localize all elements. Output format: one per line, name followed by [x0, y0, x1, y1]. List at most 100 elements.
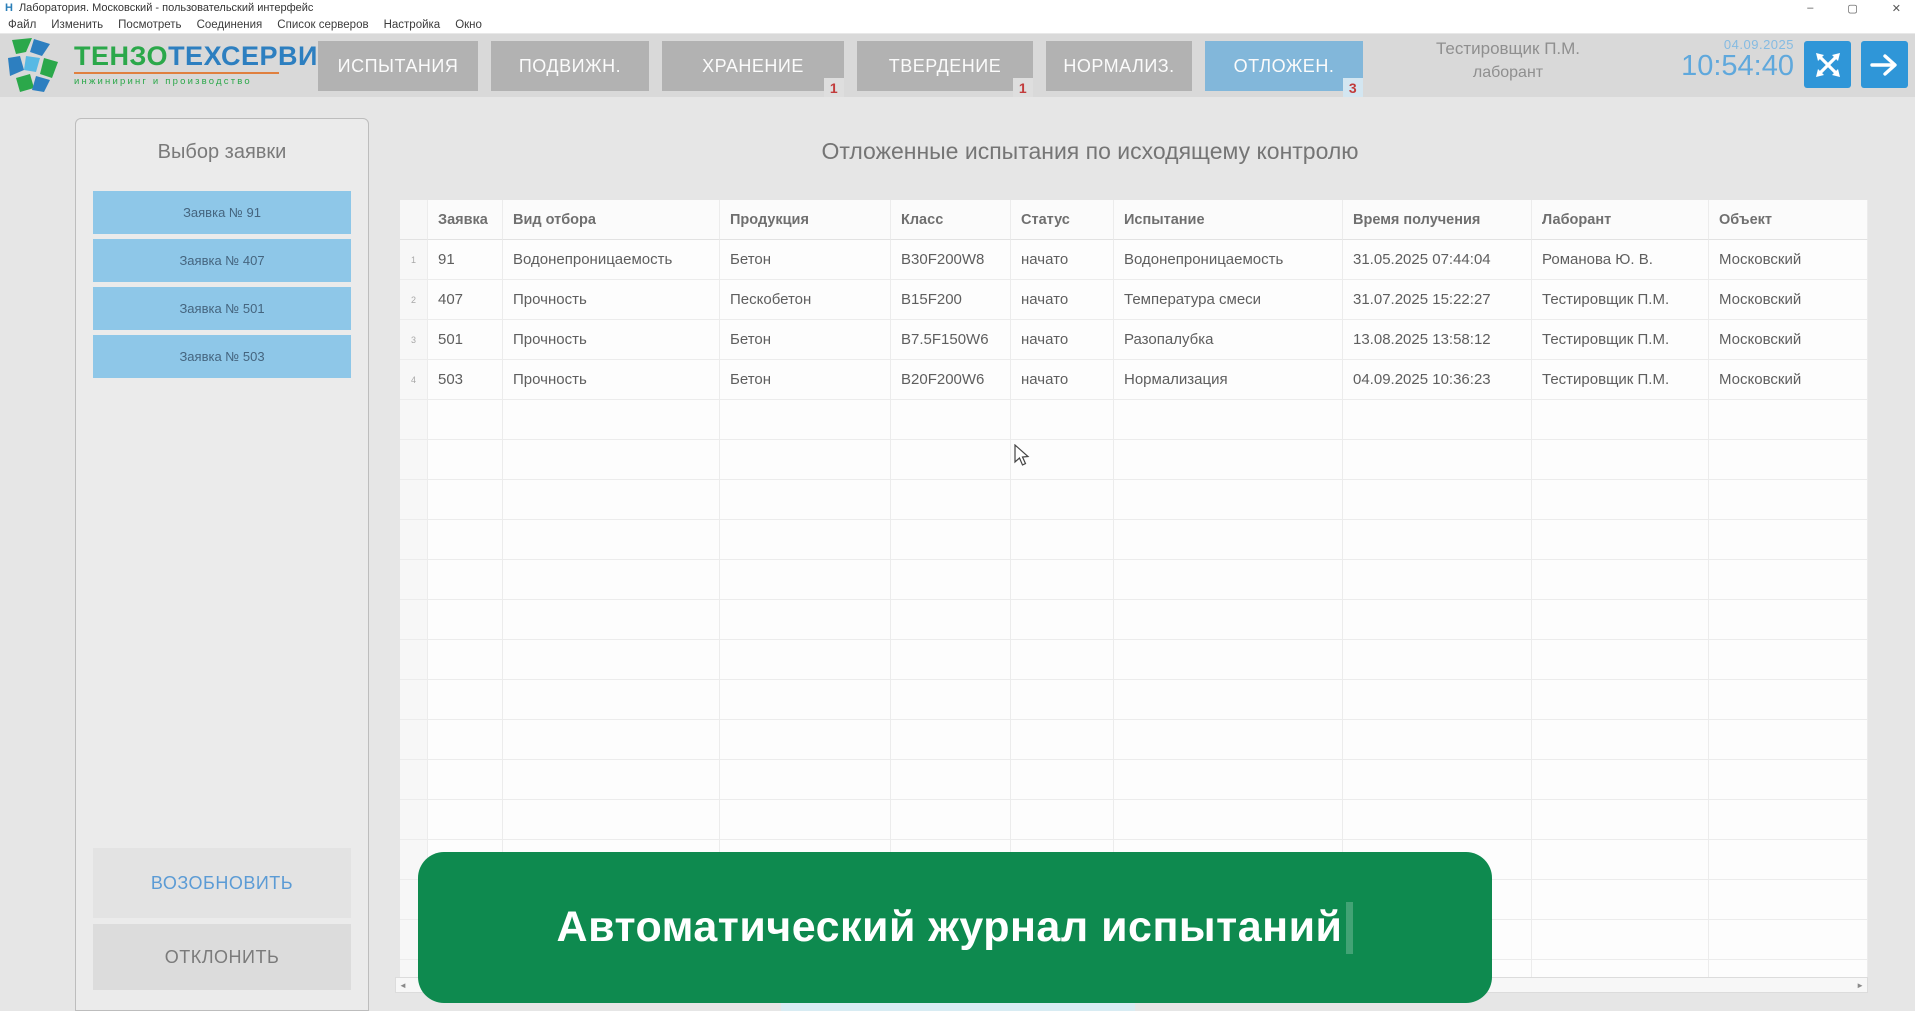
table-row[interactable]: 2 407 Прочность Пескобетон B15F200 начат… — [400, 280, 1868, 320]
table-row[interactable]: 4 503 Прочность Бетон B20F200W6 начато Н… — [400, 360, 1868, 400]
page-title: Отложенные испытания по исходящему контр… — [400, 138, 1780, 165]
minimize-icon[interactable]: – — [1807, 2, 1813, 15]
caption-text: Автоматический журнал испытаний — [557, 903, 1343, 952]
col-status[interactable]: Статус — [1011, 200, 1114, 240]
menu-view[interactable]: Посмотреть — [118, 19, 181, 31]
cell: Московский — [1709, 280, 1868, 320]
cell: 91 — [428, 240, 503, 280]
empty-table-row — [400, 800, 1868, 840]
tab-normaliz[interactable]: НОРМАЛИЗ. — [1046, 41, 1192, 91]
cell: B15F200 — [891, 280, 1011, 320]
empty-table-row — [400, 560, 1868, 600]
request-selection-panel: Выбор заявки Заявка № 91 Заявка № 407 За… — [75, 118, 369, 1011]
cell: Водонепроницаемость — [503, 240, 720, 280]
empty-table-row — [400, 520, 1868, 560]
scroll-right-icon[interactable]: ► — [1856, 981, 1864, 990]
fullscreen-button[interactable] — [1804, 41, 1851, 88]
empty-table-row — [400, 400, 1868, 440]
cell: B30F200W8 — [891, 240, 1011, 280]
header-band: ТЕНЗОТЕХСЕРВИС инжиниринг и производство… — [0, 34, 1915, 97]
tab-otlozhen-badge: 3 — [1343, 78, 1363, 97]
cell: 501 — [428, 320, 503, 360]
menu-settings[interactable]: Настройка — [384, 19, 441, 31]
cell: 13.08.2025 13:58:12 — [1343, 320, 1532, 360]
cell: Романова Ю. В. — [1532, 240, 1709, 280]
cell: Московский — [1709, 360, 1868, 400]
menu-edit[interactable]: Изменить — [51, 19, 103, 31]
cell: Водонепроницаемость — [1114, 240, 1343, 280]
cell: Бетон — [720, 240, 891, 280]
cell: Бетон — [720, 360, 891, 400]
cell: Московский — [1709, 320, 1868, 360]
cell: Нормализация — [1114, 360, 1343, 400]
brand-name: ТЕНЗОТЕХСЕРВИС — [74, 43, 338, 69]
tab-khranenie[interactable]: ХРАНЕНИЕ1 — [662, 41, 844, 91]
request-button-503[interactable]: Заявка № 503 — [93, 335, 351, 378]
menu-server-list[interactable]: Список серверов — [277, 19, 368, 31]
menu-file[interactable]: Файл — [8, 19, 36, 31]
tab-ispytaniya[interactable]: ИСПЫТАНИЯ — [318, 41, 478, 91]
cell: B20F200W6 — [891, 360, 1011, 400]
col-ispytanie[interactable]: Испытание — [1114, 200, 1343, 240]
request-button-91[interactable]: Заявка № 91 — [93, 191, 351, 234]
fullscreen-arrows-icon — [1814, 51, 1842, 79]
row-number: 1 — [400, 240, 428, 280]
window-title: Лаборатория. Московский - пользовательск… — [19, 2, 313, 14]
clock: 04.09.2025 10:54:40 — [1618, 37, 1794, 80]
tab-otlozhen[interactable]: ОТЛОЖЕН.3 — [1205, 41, 1363, 91]
decline-button[interactable]: ОТКЛОНИТЬ — [93, 924, 351, 990]
menu-window[interactable]: Окно — [455, 19, 482, 31]
app-icon: Н — [5, 2, 13, 14]
col-laborant[interactable]: Лаборант — [1532, 200, 1709, 240]
cell: начато — [1011, 240, 1114, 280]
brand-tagline: инжиниринг и производство — [74, 72, 279, 87]
exit-arrow-icon — [1870, 53, 1900, 77]
caption-caret — [1346, 902, 1353, 954]
table-row[interactable]: 1 91 Водонепроницаемость Бетон B30F200W8… — [400, 240, 1868, 280]
cell: 31.07.2025 15:22:27 — [1343, 280, 1532, 320]
user-name: Тестировщик П.М. — [1408, 39, 1608, 59]
cell: 31.05.2025 07:44:04 — [1343, 240, 1532, 280]
caption-banner: Автоматический журнал испытаний — [418, 852, 1492, 1003]
empty-table-row — [400, 480, 1868, 520]
window-titlebar: Н Лаборатория. Московский - пользователь… — [0, 0, 1915, 16]
tab-khranenie-badge: 1 — [824, 78, 844, 97]
cell: Бетон — [720, 320, 891, 360]
row-number: 2 — [400, 280, 428, 320]
maximize-icon[interactable]: ▢ — [1847, 2, 1857, 15]
cell: Пескобетон — [720, 280, 891, 320]
table-row[interactable]: 3 501 Прочность Бетон B7.5F150W6 начато … — [400, 320, 1868, 360]
row-number: 3 — [400, 320, 428, 360]
nav-tabs: ИСПЫТАНИЯ ПОДВИЖН. ХРАНЕНИЕ1 ТВЕРДЕНИЕ1 … — [318, 41, 1363, 91]
col-klass[interactable]: Класс — [891, 200, 1011, 240]
cell: 04.09.2025 10:36:23 — [1343, 360, 1532, 400]
tab-podvizhn[interactable]: ПОДВИЖН. — [491, 41, 649, 91]
empty-table-row — [400, 680, 1868, 720]
col-produkciya[interactable]: Продукция — [720, 200, 891, 240]
close-icon[interactable]: ✕ — [1892, 2, 1901, 15]
col-obekt[interactable]: Объект — [1709, 200, 1868, 240]
menu-bar: Файл Изменить Посмотреть Соединения Спис… — [0, 16, 1915, 34]
menu-connections[interactable]: Соединения — [197, 19, 263, 31]
cell: 407 — [428, 280, 503, 320]
request-button-501[interactable]: Заявка № 501 — [93, 287, 351, 330]
request-button-407[interactable]: Заявка № 407 — [93, 239, 351, 282]
cell: B7.5F150W6 — [891, 320, 1011, 360]
empty-table-row — [400, 640, 1868, 680]
resume-button[interactable]: ВОЗОБНОВИТЬ — [93, 848, 351, 918]
col-vid-otbora[interactable]: Вид отбора — [503, 200, 720, 240]
scroll-left-icon[interactable]: ◄ — [399, 981, 407, 990]
col-zayavka[interactable]: Заявка — [428, 200, 503, 240]
cell: начато — [1011, 320, 1114, 360]
cell: Тестировщик П.М. — [1532, 320, 1709, 360]
tab-tverdenie[interactable]: ТВЕРДЕНИЕ1 — [857, 41, 1033, 91]
table-header-row: Заявка Вид отбора Продукция Класс Статус… — [400, 200, 1868, 240]
col-vremya[interactable]: Время получения — [1343, 200, 1532, 240]
current-time: 10:54:40 — [1618, 52, 1794, 80]
corner-cell — [400, 200, 428, 240]
cell: начато — [1011, 280, 1114, 320]
exit-button[interactable] — [1861, 41, 1908, 88]
mouse-cursor — [1014, 444, 1032, 468]
logo-pinwheel-icon — [4, 36, 66, 94]
cell: Разопалубка — [1114, 320, 1343, 360]
